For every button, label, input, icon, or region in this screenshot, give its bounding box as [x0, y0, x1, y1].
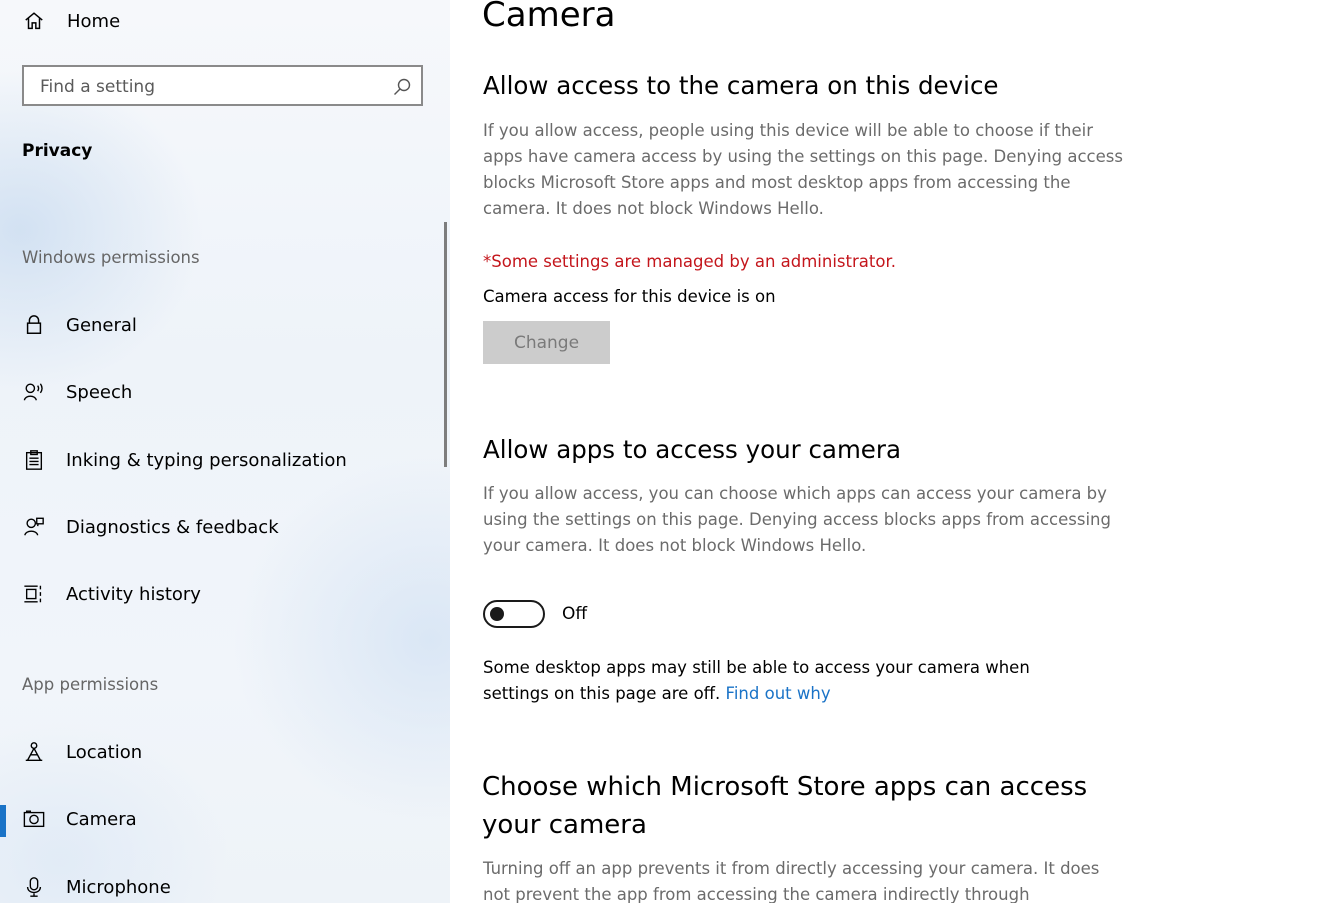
sidebar-item-label: General [66, 314, 137, 336]
sidebar-item-label: Activity history [66, 583, 201, 605]
sidebar-item-label: Camera [66, 808, 137, 830]
store-apps-description: Turning off an app prevents it from dire… [483, 859, 1100, 903]
sidebar-item-home[interactable]: Home [0, 0, 450, 46]
apps-access-heading: Allow apps to access your camera [483, 435, 901, 464]
sidebar-item-label: Inking & typing personalization [66, 449, 347, 471]
group-title-windows-permissions: Windows permissions [22, 248, 200, 267]
main-content: Camera Allow access to the camera on thi… [450, 0, 1323, 903]
home-icon [22, 9, 46, 33]
sidebar-item-label: Home [67, 10, 121, 32]
sidebar-item-location[interactable]: Location [0, 727, 450, 777]
location-icon [22, 740, 46, 764]
speech-icon [22, 380, 46, 404]
find-out-why-link[interactable]: Find out why [726, 684, 831, 703]
activity-history-icon [22, 582, 46, 606]
microphone-icon [22, 875, 46, 899]
search-icon[interactable] [392, 77, 412, 97]
settings-window: Home Privacy Windows permissions General [0, 0, 1323, 903]
sidebar: Home Privacy Windows permissions General [0, 0, 450, 903]
selection-indicator [0, 805, 6, 837]
sidebar-item-general[interactable]: General [0, 300, 450, 350]
diagnostics-icon [22, 515, 46, 539]
sidebar-item-camera[interactable]: Camera [0, 794, 450, 844]
sidebar-item-label: Location [66, 741, 143, 763]
apps-access-description: If you allow access, you can choose whic… [483, 484, 1111, 555]
device-access-status: Camera access for this device is on [483, 287, 776, 306]
sidebar-scrollbar[interactable] [444, 222, 447, 467]
toggle-state-label: Off [562, 604, 588, 624]
camera-icon [22, 807, 46, 831]
apps-access-toggle[interactable] [483, 600, 545, 628]
admin-warning: *Some settings are managed by an adminis… [483, 252, 896, 271]
search-input[interactable] [38, 73, 382, 101]
group-title-app-permissions: App permissions [22, 675, 159, 694]
change-button[interactable]: Change [483, 321, 610, 364]
device-access-description: If you allow access, people using this d… [483, 121, 1123, 218]
sidebar-item-activity-history[interactable]: Activity history [0, 569, 450, 619]
search-box[interactable] [22, 65, 423, 106]
sidebar-item-speech[interactable]: Speech [0, 367, 450, 417]
desktop-apps-note: Some desktop apps may still be able to a… [483, 655, 1083, 707]
lock-icon [22, 313, 46, 337]
sidebar-item-microphone[interactable]: Microphone [0, 862, 450, 903]
sidebar-item-diagnostics-feedback[interactable]: Diagnostics & feedback [0, 502, 450, 552]
sidebar-item-label: Speech [66, 381, 133, 403]
clipboard-icon [22, 448, 46, 472]
toggle-knob [490, 607, 504, 621]
section-title: Privacy [22, 141, 93, 161]
sidebar-item-label: Diagnostics & feedback [66, 516, 279, 538]
store-apps-heading: Choose which Microsoft Store apps can ac… [482, 772, 1088, 840]
device-access-heading: Allow access to the camera on this devic… [483, 71, 999, 100]
sidebar-item-label: Microphone [66, 876, 171, 898]
sidebar-item-inking-typing[interactable]: Inking & typing personalization [0, 435, 450, 485]
page-title: Camera [482, 0, 616, 35]
